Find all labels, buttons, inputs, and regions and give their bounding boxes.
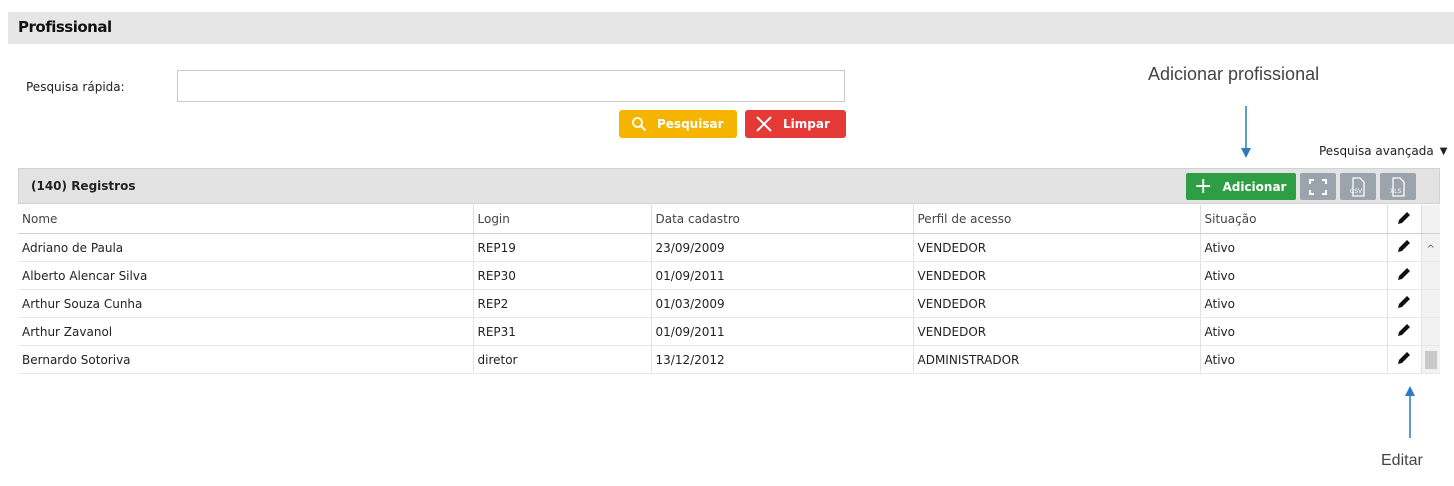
cell-nome: Bernardo Sotoriva xyxy=(18,345,474,374)
cell-perfil: VENDEDOR xyxy=(913,233,1201,262)
clear-button[interactable]: Limpar xyxy=(745,110,846,138)
csv-file-icon: CSV xyxy=(1350,176,1365,197)
column-header-login[interactable]: Login xyxy=(473,205,652,234)
fullscreen-button[interactable] xyxy=(1300,173,1336,200)
fullscreen-icon xyxy=(1309,178,1327,195)
edit-button[interactable] xyxy=(1387,289,1422,318)
scrollbar-thumb[interactable] xyxy=(1424,350,1437,369)
cell-data-cadastro: 01/09/2011 xyxy=(651,317,914,346)
cell-situacao: Ativo xyxy=(1200,261,1388,290)
cell-situacao: Ativo xyxy=(1200,289,1388,318)
edit-button[interactable] xyxy=(1387,317,1422,346)
chevron-up-icon: ^ xyxy=(1426,243,1435,255)
cell-perfil: VENDEDOR xyxy=(913,317,1201,346)
add-button[interactable]: + Adicionar xyxy=(1186,173,1296,200)
export-xls-button[interactable]: XLS xyxy=(1380,173,1416,200)
search-button[interactable]: Pesquisar xyxy=(619,110,737,138)
pencil-icon xyxy=(1398,211,1410,224)
pencil-icon xyxy=(1398,296,1410,308)
column-header-data-cadastro[interactable]: Data cadastro xyxy=(651,205,914,234)
pencil-icon xyxy=(1398,268,1410,280)
arrow-down-icon xyxy=(1241,106,1251,158)
table-row[interactable]: Arthur Souza Cunha REP2 01/03/2009 VENDE… xyxy=(18,289,1440,318)
plus-icon: + xyxy=(1194,173,1213,199)
xls-file-icon: XLS xyxy=(1390,176,1405,197)
clear-button-label: Limpar xyxy=(783,117,830,131)
add-professional-annotation: Adicionar profissional xyxy=(1148,64,1320,84)
advanced-search-label: Pesquisa avançada xyxy=(1319,144,1434,158)
pencil-icon xyxy=(1398,240,1410,252)
search-icon xyxy=(631,116,647,132)
advanced-search-toggle[interactable]: Pesquisa avançada ▼ xyxy=(1319,144,1447,158)
scroll-up-button[interactable]: ^ xyxy=(1421,233,1440,262)
cell-data-cadastro: 01/09/2011 xyxy=(651,261,914,290)
export-csv-button[interactable]: CSV xyxy=(1340,173,1376,200)
column-header-situacao[interactable]: Situação xyxy=(1200,205,1388,234)
table-row[interactable]: Alberto Alencar Silva REP30 01/09/2011 V… xyxy=(18,261,1440,290)
pencil-icon xyxy=(1398,352,1410,364)
cell-situacao: Ativo xyxy=(1200,233,1388,262)
cell-login: REP31 xyxy=(473,317,652,346)
edit-button[interactable] xyxy=(1387,345,1422,374)
cell-login: diretor xyxy=(473,345,652,374)
professionals-table: Nome Login Data cadastro Perfil de acess… xyxy=(18,205,1440,374)
column-header-edit xyxy=(1387,205,1422,234)
cell-perfil: VENDEDOR xyxy=(913,261,1201,290)
scrollbar-header xyxy=(1421,205,1440,234)
svg-text:XLS: XLS xyxy=(1390,188,1401,195)
table-row[interactable]: Adriano de Paula REP19 23/09/2009 VENDED… xyxy=(18,233,1440,262)
pencil-icon xyxy=(1398,324,1410,336)
cell-data-cadastro: 23/09/2009 xyxy=(651,233,914,262)
column-header-nome[interactable]: Nome xyxy=(18,205,474,234)
page-header: Profissional xyxy=(8,12,1454,44)
records-count: (140) Registros xyxy=(31,179,136,193)
grid-toolbar: (140) Registros + Adicionar CSV XLS xyxy=(18,168,1440,204)
search-button-label: Pesquisar xyxy=(657,117,724,131)
edit-button[interactable] xyxy=(1387,233,1422,262)
caret-down-icon: ▼ xyxy=(1439,145,1448,157)
table-header-row: Nome Login Data cadastro Perfil de acess… xyxy=(18,205,1440,234)
cell-nome: Arthur Zavanol xyxy=(18,317,474,346)
scrollbar-track[interactable] xyxy=(1421,261,1440,290)
add-button-label: Adicionar xyxy=(1222,179,1287,194)
edit-annotation: Editar xyxy=(1381,452,1423,469)
page-title: Profissional xyxy=(18,18,112,36)
scrollbar-track[interactable] xyxy=(1421,289,1440,318)
arrow-up-icon xyxy=(1405,386,1415,438)
quick-search-input[interactable] xyxy=(177,70,845,102)
table-row[interactable]: Arthur Zavanol REP31 01/09/2011 VENDEDOR… xyxy=(18,317,1440,346)
cell-login: REP30 xyxy=(473,261,652,290)
cell-nome: Alberto Alencar Silva xyxy=(18,261,474,290)
close-icon xyxy=(755,115,773,133)
cell-nome: Arthur Souza Cunha xyxy=(18,289,474,318)
cell-login: REP2 xyxy=(473,289,652,318)
cell-perfil: VENDEDOR xyxy=(913,289,1201,318)
cell-data-cadastro: 13/12/2012 xyxy=(651,345,914,374)
cell-data-cadastro: 01/03/2009 xyxy=(651,289,914,318)
edit-button[interactable] xyxy=(1387,261,1422,290)
quick-search-label: Pesquisa rápida: xyxy=(26,80,125,94)
column-header-perfil[interactable]: Perfil de acesso xyxy=(913,205,1201,234)
table-row[interactable]: Bernardo Sotoriva diretor 13/12/2012 ADM… xyxy=(18,345,1440,374)
cell-situacao: Ativo xyxy=(1200,317,1388,346)
scrollbar-thumb-cell[interactable] xyxy=(1421,345,1440,374)
cell-login: REP19 xyxy=(473,233,652,262)
cell-nome: Adriano de Paula xyxy=(18,233,474,262)
cell-situacao: Ativo xyxy=(1200,345,1388,374)
scrollbar-track[interactable] xyxy=(1421,317,1440,346)
svg-text:CSV: CSV xyxy=(1350,188,1363,195)
cell-perfil: ADMINISTRADOR xyxy=(913,345,1201,374)
